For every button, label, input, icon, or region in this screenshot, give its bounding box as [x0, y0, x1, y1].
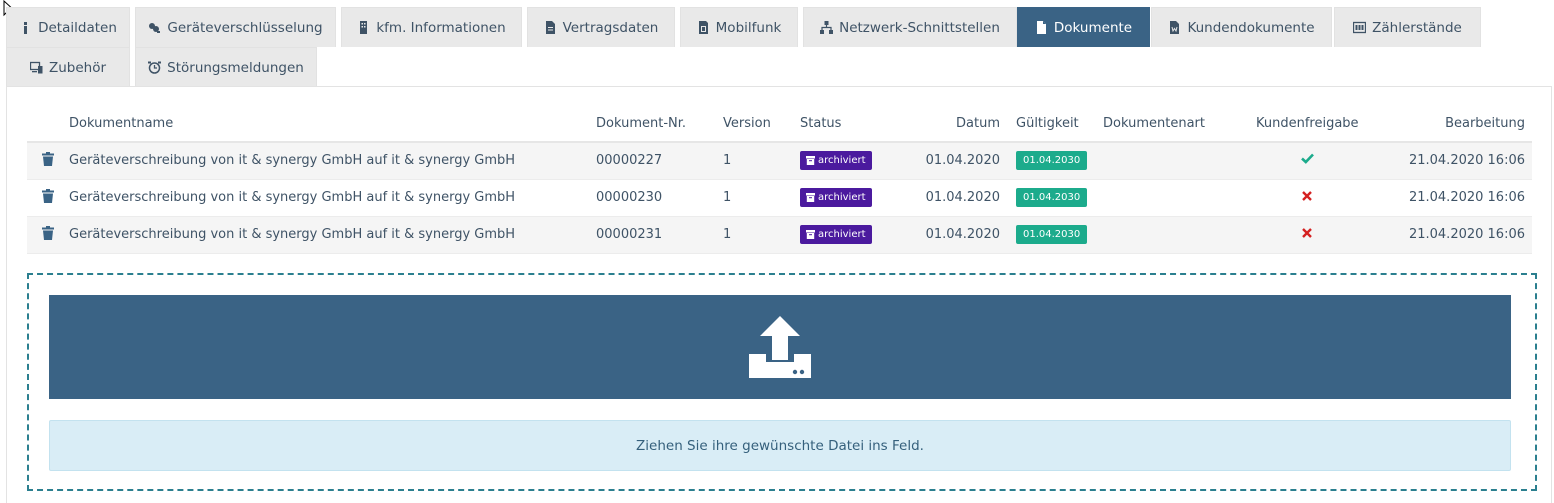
alarm-clock-icon: [148, 61, 162, 74]
delete-button[interactable]: [42, 225, 54, 244]
building-icon: [360, 21, 368, 34]
status-label: archiviert: [818, 229, 866, 240]
status-label: archiviert: [818, 192, 866, 203]
cell-dokumentenart: [1103, 179, 1256, 217]
cell-datum: 01.04.2020: [900, 216, 1000, 254]
cell-bearbeitung: 21.04.2020 16:06: [1358, 216, 1532, 254]
tab-label: Geräteverschlüsselung: [167, 19, 323, 36]
header-status[interactable]: Status: [800, 106, 900, 143]
validity-badge: 01.04.2030: [1016, 188, 1088, 207]
tab-label: Störungsmeldungen: [167, 59, 304, 76]
cell-kundenfreigabe: [1256, 142, 1359, 180]
status-badge: archiviert: [800, 151, 872, 171]
cross-icon: [1302, 228, 1313, 238]
table-row[interactable]: Geräteverschreibung von it & synergy Gmb…: [27, 179, 1532, 217]
cell-bearbeitung: 21.04.2020 16:06: [1358, 142, 1532, 180]
cell-version: 1: [723, 179, 800, 217]
upload-icon: [749, 316, 811, 378]
tab-netzwerk-schnittstellen[interactable]: Netzwerk-Schnittstellen: [803, 7, 1017, 47]
tab-label: Dokumente: [1053, 19, 1133, 36]
upload-dropzone[interactable]: Ziehen Sie ihre gewünschte Datei ins Fel…: [27, 273, 1537, 491]
tab-label: Kundendokumente: [1187, 19, 1315, 36]
trash-icon: [42, 151, 54, 166]
table-header-row: Dokumentname Dokument-Nr. Version Status…: [27, 106, 1532, 143]
header-bearbeitung[interactable]: Bearbeitung: [1358, 106, 1532, 143]
validity-badge: 01.04.2030: [1016, 225, 1088, 244]
tab-zubehoer[interactable]: Zubehör: [6, 47, 130, 87]
cell-dokumentname[interactable]: Geräteverschreibung von it & synergy Gmb…: [69, 142, 596, 180]
header-dokumentname[interactable]: Dokumentname: [69, 106, 596, 143]
header-gueltigkeit[interactable]: Gültigkeit: [1000, 106, 1103, 143]
table-row[interactable]: Geräteverschreibung von it & synergy Gmb…: [27, 216, 1532, 254]
cell-dokumentenart: [1103, 142, 1256, 180]
tab-vertragsdaten[interactable]: Vertragsdaten: [527, 7, 675, 47]
info-icon: [24, 22, 28, 34]
cell-version: 1: [723, 216, 800, 254]
file-icon: [545, 21, 555, 34]
cell-kundenfreigabe: [1256, 216, 1359, 254]
documents-table: Dokumentname Dokument-Nr. Version Status…: [27, 106, 1532, 254]
cell-bearbeitung: 21.04.2020 16:06: [1358, 179, 1532, 217]
cell-dokument-nr: 00000230: [596, 179, 723, 217]
header-actions: [27, 106, 69, 143]
cell-version: 1: [723, 142, 800, 180]
tab-label: kfm. Informationen: [376, 19, 506, 36]
devices-icon: [29, 61, 43, 74]
tab-kundendokumente[interactable]: Kundendokumente: [1151, 7, 1332, 47]
dropzone-hint: Ziehen Sie ihre gewünschte Datei ins Fel…: [49, 420, 1511, 471]
cross-icon: [1302, 191, 1313, 201]
tab-label: Zählerstände: [1372, 19, 1462, 36]
status-badge: archiviert: [800, 188, 872, 207]
tab-stoerungsmeldungen[interactable]: Störungsmeldungen: [135, 47, 317, 87]
cell-dokument-nr: 00000231: [596, 216, 723, 254]
delete-button[interactable]: [42, 188, 54, 207]
header-version[interactable]: Version: [723, 106, 800, 143]
tab-kfm-informationen[interactable]: kfm. Informationen: [341, 7, 522, 47]
header-dokumentenart[interactable]: Dokumentenart: [1103, 106, 1256, 143]
trash-icon: [42, 225, 54, 240]
archive-icon: [806, 193, 815, 202]
document-icon: [1036, 21, 1046, 34]
network-icon: [820, 21, 834, 34]
word-file-icon: [1170, 21, 1180, 34]
tab-label: Netzwerk-Schnittstellen: [839, 19, 1000, 36]
cell-dokumentname[interactable]: Geräteverschreibung von it & synergy Gmb…: [69, 216, 596, 254]
status-label: archiviert: [818, 155, 866, 167]
cell-datum: 01.04.2020: [900, 179, 1000, 217]
cell-kundenfreigabe: [1256, 179, 1359, 217]
cell-dokumentenart: [1103, 216, 1256, 254]
sim-icon: [698, 21, 708, 34]
tab-label: Zubehör: [48, 59, 107, 76]
tab-label: Vertragsdaten: [562, 19, 659, 36]
tab-detaildaten[interactable]: Detaildaten: [6, 7, 130, 47]
tab-label: Detaildaten: [38, 19, 117, 36]
tab-dokumente[interactable]: Dokumente: [1017, 7, 1150, 47]
check-icon: [1300, 153, 1314, 165]
cell-dokument-nr: 00000227: [596, 142, 723, 180]
archive-icon: [806, 156, 815, 166]
meter-icon: [1353, 21, 1367, 34]
table-row[interactable]: Geräteverschreibung von it & synergy Gmb…: [27, 142, 1532, 180]
tab-geraeteverschluesselung[interactable]: Geräteverschlüsselung: [135, 7, 336, 47]
tab-mobilfunk[interactable]: Mobilfunk: [680, 7, 798, 47]
tab-label: Mobilfunk: [715, 19, 782, 36]
status-badge: archiviert: [800, 225, 872, 244]
upload-button[interactable]: [49, 295, 1511, 399]
delete-button[interactable]: [42, 151, 54, 170]
documents-panel: Dokumentname Dokument-Nr. Version Status…: [6, 86, 1552, 503]
tab-zaehlerstaende[interactable]: Zählerstände: [1334, 7, 1481, 47]
header-kundenfreigabe[interactable]: Kundenfreigabe: [1256, 106, 1359, 143]
cell-dokumentname[interactable]: Geräteverschreibung von it & synergy Gmb…: [69, 179, 596, 217]
archive-icon: [806, 230, 815, 239]
cell-datum: 01.04.2020: [900, 142, 1000, 180]
trash-icon: [42, 188, 54, 203]
header-dokument-nr[interactable]: Dokument-Nr.: [596, 106, 723, 143]
keys-icon: [149, 23, 161, 33]
header-datum[interactable]: Datum: [900, 106, 1000, 143]
validity-badge: 01.04.2030: [1016, 151, 1088, 171]
